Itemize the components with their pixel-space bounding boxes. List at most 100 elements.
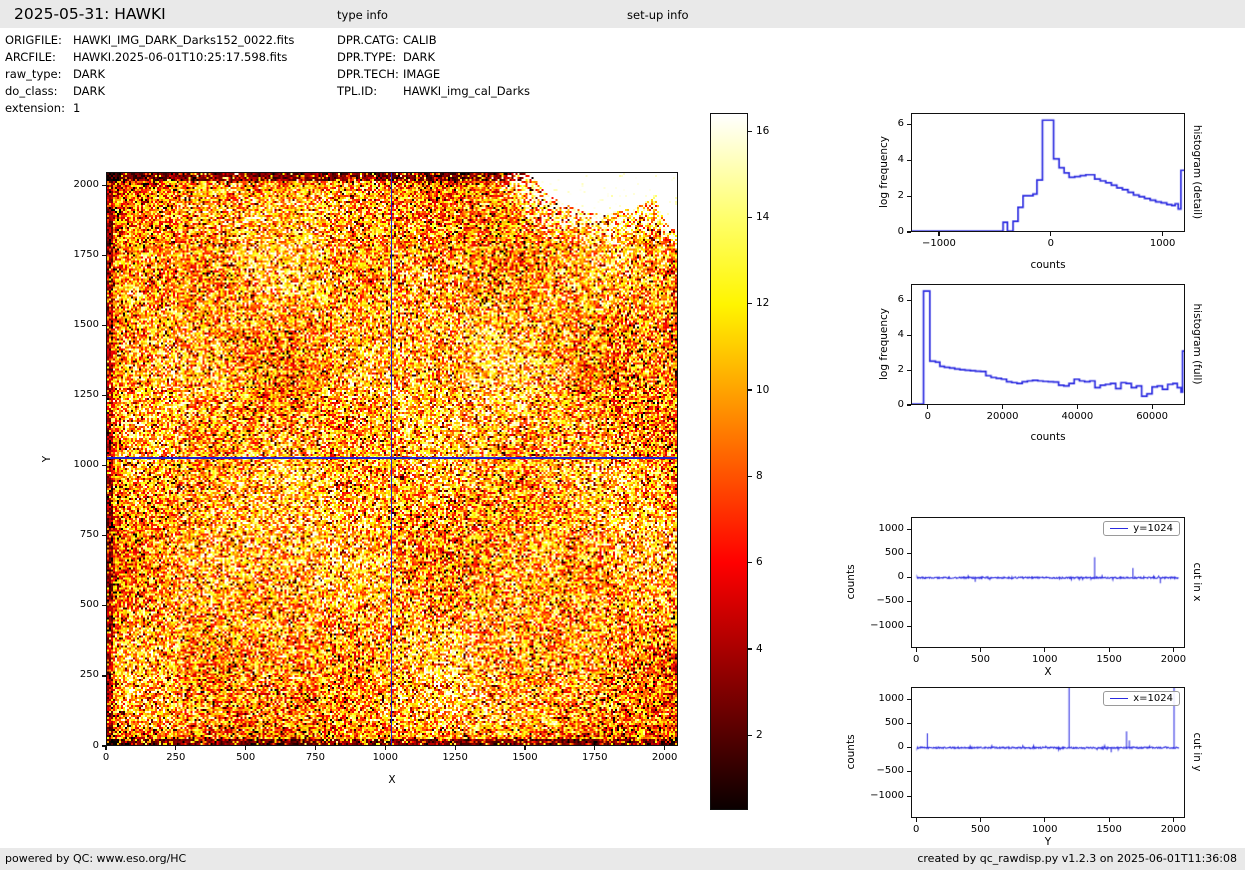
- cut-x-right-label: cut in x: [1191, 562, 1203, 602]
- x-tick-label: 250: [166, 752, 186, 763]
- y-tick-label: 0: [92, 739, 99, 751]
- qc-report-page: 2025-05-31: HAWKI type info set-up info …: [0, 0, 1245, 870]
- y-tick-mark: [906, 299, 911, 302]
- colorbar-tick-label: 10: [756, 383, 770, 396]
- colorbar-tick-mark: [748, 648, 752, 650]
- y-tick-label: 0: [897, 741, 904, 753]
- y-tick-label: 1500: [73, 319, 99, 331]
- y-tick-label: 750: [79, 529, 99, 541]
- x-tick-label: 60000: [1136, 411, 1168, 422]
- y-tick-mark: [906, 369, 911, 371]
- y-tick-mark: [906, 722, 911, 724]
- info-value: 1: [73, 101, 81, 115]
- cut-in-x-canvas: [912, 518, 1184, 647]
- y-tick-mark: [101, 605, 106, 607]
- colorbar-tick-mark: [748, 216, 752, 219]
- info-key: TPL.ID:: [337, 84, 378, 98]
- file-info-block: ORIGFILE: HAWKI_IMG_DARK_Darks152_0022.fi…: [5, 33, 294, 118]
- info-value: CALIB: [403, 33, 437, 47]
- page-title: 2025-05-31: HAWKI: [14, 5, 166, 23]
- y-tick-mark: [906, 698, 911, 700]
- footer-created-by: created by qc_rawdisp.py v1.2.3 on 2025-…: [917, 852, 1237, 865]
- info-row: DPR.CATG: CALIB: [337, 33, 530, 50]
- y-tick-mark: [906, 795, 911, 797]
- x-tick-label: 1500: [1096, 824, 1122, 835]
- y-tick-label: −500: [876, 595, 904, 607]
- colorbar-tick-label: 16: [756, 124, 770, 137]
- x-tick-mark: [979, 648, 982, 652]
- x-tick-label: 0: [912, 824, 920, 835]
- y-tick-mark: [101, 395, 106, 397]
- y-tick-mark: [101, 745, 106, 747]
- y-tick-label: 4: [897, 328, 904, 340]
- colorbar-tick-label: 8: [756, 469, 763, 482]
- info-row: [627, 59, 760, 71]
- y-tick-mark: [101, 254, 106, 257]
- x-tick-mark: [938, 232, 940, 236]
- info-row: ORIGFILE: HAWKI_IMG_DARK_Darks152_0022.fi…: [5, 33, 294, 50]
- cut-x-xlabel: X: [1044, 666, 1052, 678]
- x-tick-label: 2000: [1160, 824, 1187, 835]
- hist-full-right-label: histogram (full): [1191, 303, 1203, 385]
- info-key: extension:: [5, 101, 65, 115]
- legend-box: y=1024: [1103, 521, 1180, 536]
- info-row: do_class: DARK: [5, 84, 294, 101]
- footer-bar: powered by QC: www.eso.org/HC created by…: [0, 848, 1245, 870]
- x-tick-mark: [594, 746, 596, 750]
- cut-y-right-label: cut in y: [1191, 732, 1203, 772]
- x-tick-label: 2000: [1160, 654, 1187, 665]
- histogram-full-canvas: [912, 285, 1184, 404]
- main-xlabel: X: [388, 774, 396, 786]
- hist-detail-right-label: histogram (detail): [1191, 124, 1203, 220]
- info-value: HAWKI_IMG_DARK_Darks152_0022.fits: [73, 33, 295, 47]
- histogram-full-plot: [911, 284, 1185, 405]
- y-tick-label: 2: [897, 189, 904, 201]
- type-info-heading: type info: [337, 8, 388, 22]
- x-tick-mark: [524, 746, 526, 750]
- x-tick-mark: [1076, 405, 1078, 409]
- y-tick-mark: [101, 324, 106, 327]
- x-tick-label: 500: [236, 752, 256, 763]
- x-tick-mark: [314, 746, 317, 750]
- x-tick-label: 0: [1047, 238, 1054, 249]
- y-tick-mark: [906, 771, 911, 773]
- info-value: HAWKI.2025-06-01T10:25:17.598.fits: [73, 50, 288, 64]
- info-row: extension: 1: [5, 101, 294, 118]
- x-tick-mark: [1044, 818, 1046, 822]
- info-row: ARCFILE: HAWKI.2025-06-01T10:25:17.598.fi…: [5, 50, 294, 67]
- y-tick-mark: [906, 625, 911, 627]
- dark-frame-canvas: [107, 173, 677, 745]
- y-tick-label: 500: [884, 716, 904, 728]
- cut-x-ylabel: counts: [845, 564, 857, 600]
- x-tick-label: 1500: [1096, 654, 1122, 665]
- setup-info-heading: set-up info: [627, 8, 689, 22]
- hist-detail-xlabel: counts: [1030, 259, 1066, 271]
- info-key: DPR.TYPE:: [337, 50, 397, 64]
- info-row: DPR.TYPE: DARK: [337, 50, 530, 67]
- info-row: TPL.ID: HAWKI_img_cal_Darks: [337, 84, 530, 101]
- x-tick-mark: [1108, 818, 1110, 822]
- x-tick-label: 0: [102, 752, 110, 763]
- x-tick-mark: [915, 818, 917, 822]
- legend-label: x=1024: [1133, 693, 1173, 704]
- y-tick-label: 0: [897, 571, 904, 583]
- info-row: DPR.TECH: IMAGE: [337, 67, 530, 84]
- colorbar-tick-mark: [748, 562, 752, 564]
- x-tick-label: 1000: [1032, 824, 1058, 835]
- x-tick-label: 500: [970, 824, 990, 835]
- y-tick-label: 2: [897, 363, 904, 375]
- y-tick-mark: [101, 184, 106, 187]
- x-tick-label: 1000: [1149, 238, 1176, 249]
- info-row: [627, 47, 760, 59]
- cut-in-y-plot: x=1024: [911, 687, 1185, 818]
- x-tick-mark: [927, 405, 929, 409]
- colorbar: [710, 113, 748, 810]
- info-key: ARCFILE:: [5, 50, 56, 64]
- colorbar-tick-mark: [748, 475, 752, 477]
- legend-label: y=1024: [1133, 523, 1173, 534]
- x-tick-label: 40000: [1061, 411, 1094, 422]
- y-tick-label: −1000: [870, 619, 904, 631]
- info-value: DARK: [73, 67, 106, 81]
- x-tick-mark: [979, 818, 982, 822]
- x-tick-label: 1000: [372, 752, 399, 763]
